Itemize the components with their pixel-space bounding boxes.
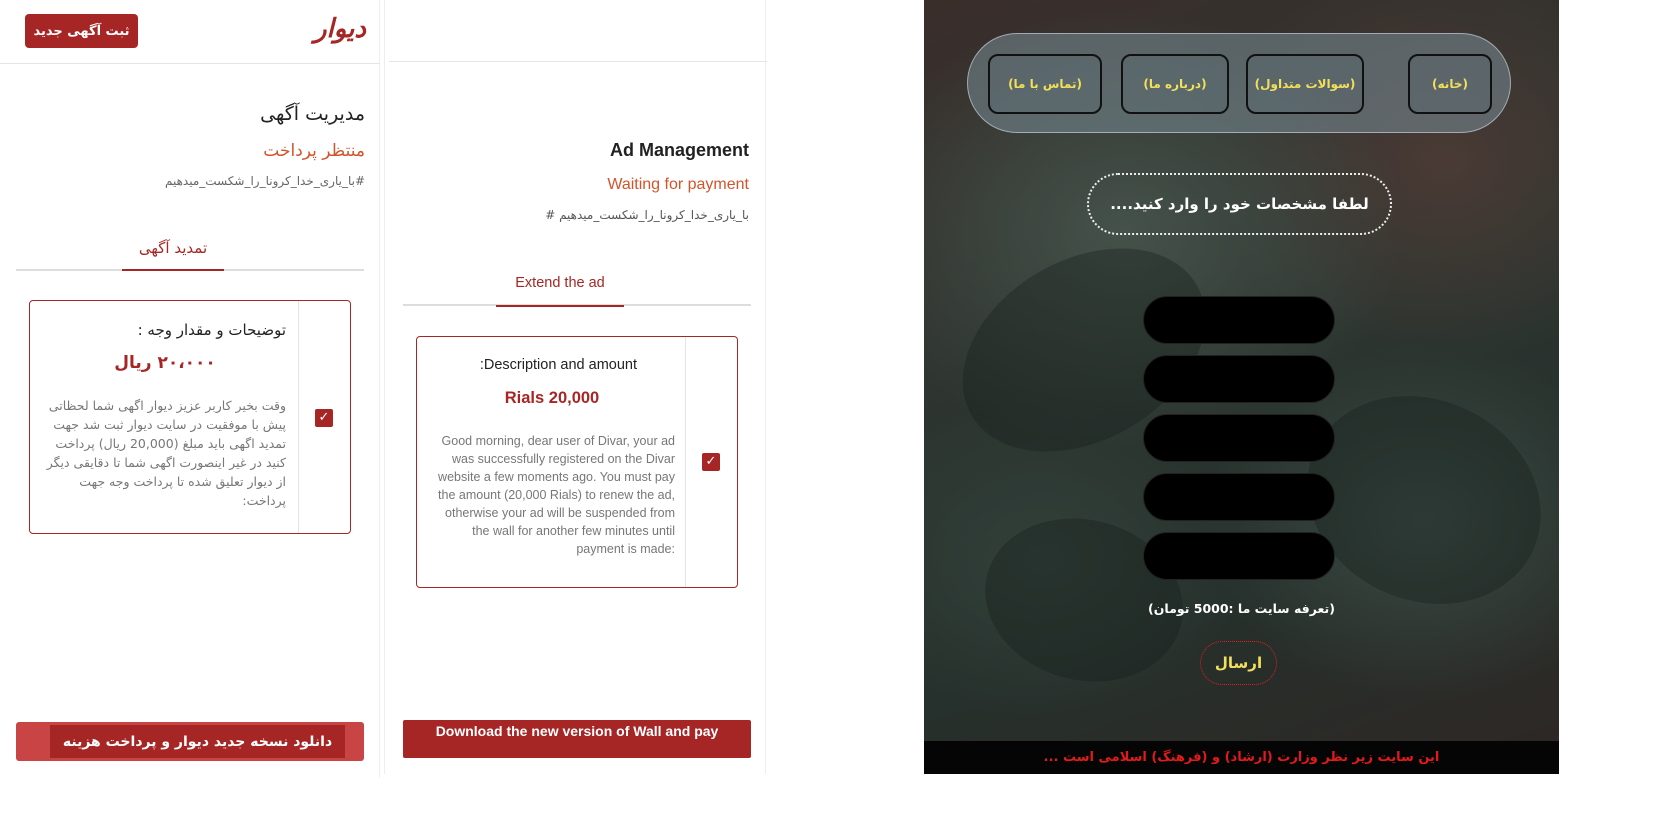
input-field-1[interactable] xyxy=(1143,296,1335,344)
header: ثبت آگهی جدید دیوار xyxy=(0,0,380,64)
nav-about[interactable]: (درباره ما) xyxy=(1121,54,1229,114)
payment-card: ✓ توضیحات و مقدار وجه : ۲۰،۰۰۰ ریال وقت … xyxy=(29,300,351,534)
input-field-2[interactable] xyxy=(1143,355,1335,403)
payment-status: Waiting for payment xyxy=(607,176,749,193)
card-title: :Description and amount xyxy=(479,357,637,373)
payment-card: ✓ :Description and amount Rials 20,000 G… xyxy=(416,336,738,588)
phishing-form-page: (خانه) (سوالات متداول) (درباره ما) (تماس… xyxy=(924,0,1559,774)
card-description: Good morning, dear user of Divar, your a… xyxy=(438,434,675,556)
nav-contact[interactable]: (تماس با ما) xyxy=(988,54,1102,114)
download-pay-button[interactable]: دانلود نسخه جدید دیوار و پرداخت هزینه xyxy=(16,722,364,761)
hashtag: #با_یاری_خدا_کرونا_را_شکست_میدهیم xyxy=(165,174,365,188)
divar-logo[interactable]: دیوار xyxy=(314,14,366,44)
divar-fa-screen: ثبت آگهی جدید دیوار مدیریت آگهی منتظر پر… xyxy=(0,0,380,778)
card-description: وقت بخیر کاربر عزیز دیوار اگهی شما لحظات… xyxy=(46,398,286,508)
input-field-5[interactable] xyxy=(1143,532,1335,580)
price-note: (تعرفه سایت ما :5000 تومان) xyxy=(1148,601,1335,616)
new-ad-button[interactable]: ثبت آگهی جدید xyxy=(25,14,138,48)
tab-extend-ad[interactable]: تمدید آگهی xyxy=(122,236,224,271)
background-leaf xyxy=(966,496,1202,704)
footer-notice: این سایت زیر نظر وزارت (ارشاد) و (فرهنگ)… xyxy=(924,741,1559,774)
hashtag: # با_یاری_خدا_کرونا_را_شکست_میدهیم xyxy=(545,208,749,222)
checkbox-column: ✓ xyxy=(298,301,350,533)
card-title: توضیحات و مقدار وجه : xyxy=(137,321,286,339)
amount: ۲۰،۰۰۰ ریال xyxy=(114,353,216,373)
nav-home[interactable]: (خانه) xyxy=(1408,54,1492,114)
top-nav: (خانه) (سوالات متداول) (درباره ما) (تماس… xyxy=(967,33,1511,133)
page-title: مدیریت آگهی xyxy=(260,103,365,125)
checkbox-checked-icon[interactable]: ✓ xyxy=(315,409,333,427)
amount: Rials 20,000 xyxy=(504,389,600,407)
submit-button[interactable]: ارسال xyxy=(1200,641,1277,685)
input-field-4[interactable] xyxy=(1143,473,1335,521)
download-pay-button[interactable]: Download the new version of Wall and pay xyxy=(403,720,751,758)
checkbox-column: ✓ xyxy=(685,337,737,587)
checkbox-checked-icon[interactable]: ✓ xyxy=(702,453,720,471)
header-divider xyxy=(389,61,767,62)
page-title: Ad Management xyxy=(609,140,749,160)
form-prompt: لطفا مشخصات خود را وارد کنید.... xyxy=(1087,173,1392,235)
tab-extend-ad[interactable]: Extend the ad xyxy=(496,270,624,307)
divar-en-screen: Ad Management Waiting for payment # با_ی… xyxy=(384,0,767,774)
download-pay-label: دانلود نسخه جدید دیوار و پرداخت هزینه xyxy=(50,725,345,758)
payment-status: منتظر پرداخت xyxy=(263,141,365,161)
input-field-3[interactable] xyxy=(1143,414,1335,462)
nav-faq[interactable]: (سوالات متداول) xyxy=(1246,54,1364,114)
